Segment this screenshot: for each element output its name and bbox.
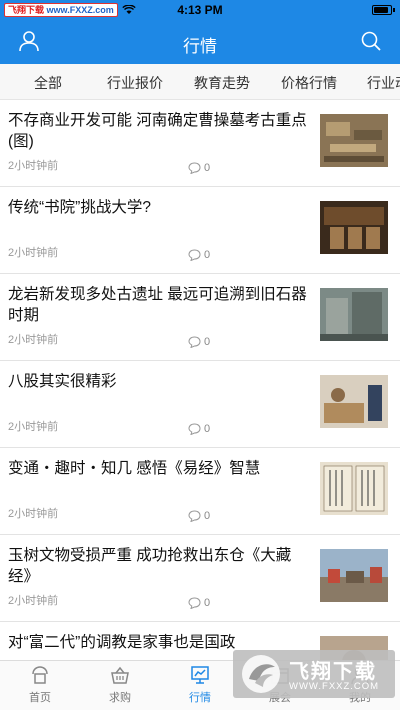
news-title: 不存商业开发可能 河南确定曹操墓考古重点(图): [8, 112, 307, 150]
comment-count-value: 0: [204, 423, 211, 435]
tabbar-home-label: 首页: [29, 692, 51, 704]
watermark-logo-url: WWW.FXXZ.COM: [289, 681, 380, 692]
news-thumbnail: [320, 462, 388, 515]
comment-icon: [188, 336, 201, 348]
battery-icon: [372, 5, 395, 15]
tab-industry-quote[interactable]: 行业报价: [107, 73, 163, 93]
page-title: 行情: [183, 37, 217, 56]
basket-icon: [111, 666, 129, 684]
news-item[interactable]: 龙岩新发现多处古遗址 最远可追溯到旧石器时期 2小时钟前 0: [0, 274, 400, 361]
search-icon[interactable]: [360, 30, 382, 52]
news-item[interactable]: 不存商业开发可能 河南确定曹操墓考古重点(图) 2小时钟前 0: [0, 100, 400, 187]
category-tabs: 全部 行业报价 教育走势 价格行情 行业动: [0, 64, 400, 100]
comment-icon: [188, 423, 201, 435]
comment-count: 0: [188, 510, 210, 522]
news-time: 2小时钟前: [8, 334, 59, 346]
news-item[interactable]: 玉树文物受损严重 成功抢救出东仓《大藏经》 2小时钟前 0: [0, 535, 400, 622]
tabbar-market[interactable]: 行情: [175, 665, 225, 705]
news-item[interactable]: 变通・趣时・知几 感悟《易经》智慧 2小时钟前 0: [0, 448, 400, 535]
comment-count: 0: [188, 249, 210, 261]
news-thumbnail: [320, 288, 388, 341]
comment-count: 0: [188, 336, 210, 348]
news-time: 2小时钟前: [8, 595, 59, 607]
watermark-logo-title: 飞翔下载: [289, 661, 377, 683]
comment-count-value: 0: [204, 249, 211, 261]
tab-price-market[interactable]: 价格行情: [281, 73, 337, 93]
news-thumbnail: [320, 549, 388, 602]
tabbar-purchase-label: 求购: [109, 692, 131, 704]
chart-icon: [191, 666, 209, 684]
comment-icon: [188, 510, 201, 522]
comment-count-value: 0: [204, 162, 211, 174]
news-item[interactable]: 传统“书院”挑战大学? 2小时钟前 0: [0, 187, 400, 274]
news-thumbnail: [320, 201, 388, 254]
news-thumbnail: [320, 375, 388, 428]
news-time: 2小时钟前: [8, 160, 59, 172]
tab-all[interactable]: 全部: [34, 73, 62, 93]
comment-icon: [188, 597, 201, 609]
status-bar: 飞翔下载 www.FXXZ.com 4:13 PM: [0, 0, 400, 20]
comment-count: 0: [188, 423, 210, 435]
news-title: 龙岩新发现多处古遗址 最远可追溯到旧石器时期: [8, 286, 307, 324]
tab-education-trend[interactable]: 教育走势: [194, 73, 250, 93]
news-thumbnail: [320, 114, 388, 167]
news-time: 2小时钟前: [8, 508, 59, 520]
comment-icon: [188, 162, 201, 174]
tabbar-purchase[interactable]: 求购: [95, 665, 145, 705]
comment-count-value: 0: [204, 336, 211, 348]
battery-fill: [374, 7, 389, 13]
logo-emblem-icon: [242, 655, 280, 693]
comment-icon: [188, 249, 201, 261]
comment-count-value: 0: [204, 597, 211, 609]
tab-industry-news[interactable]: 行业动: [367, 73, 400, 93]
news-title: 八股其实很精彩: [8, 373, 117, 390]
news-title: 玉树文物受损严重 成功抢救出东仓《大藏经》: [8, 547, 292, 585]
news-item[interactable]: 八股其实很精彩 2小时钟前 0: [0, 361, 400, 448]
tabbar-market-label: 行情: [189, 692, 211, 704]
comment-count: 0: [188, 597, 210, 609]
comment-count-value: 0: [204, 510, 211, 522]
news-time: 2小时钟前: [8, 421, 59, 433]
comment-count: 0: [188, 162, 210, 174]
tabbar-home[interactable]: 首页: [15, 665, 65, 705]
status-time: 4:13 PM: [177, 3, 223, 17]
news-title: 变通・趣时・知几 感悟《易经》智慧: [8, 460, 261, 477]
news-title: 传统“书院”挑战大学?: [8, 199, 151, 216]
nav-bar: 行情: [0, 20, 400, 64]
watermark-logo: 飞翔下载 WWW.FXXZ.COM: [233, 650, 395, 698]
home-icon: [32, 666, 48, 684]
news-time: 2小时钟前: [8, 247, 59, 259]
